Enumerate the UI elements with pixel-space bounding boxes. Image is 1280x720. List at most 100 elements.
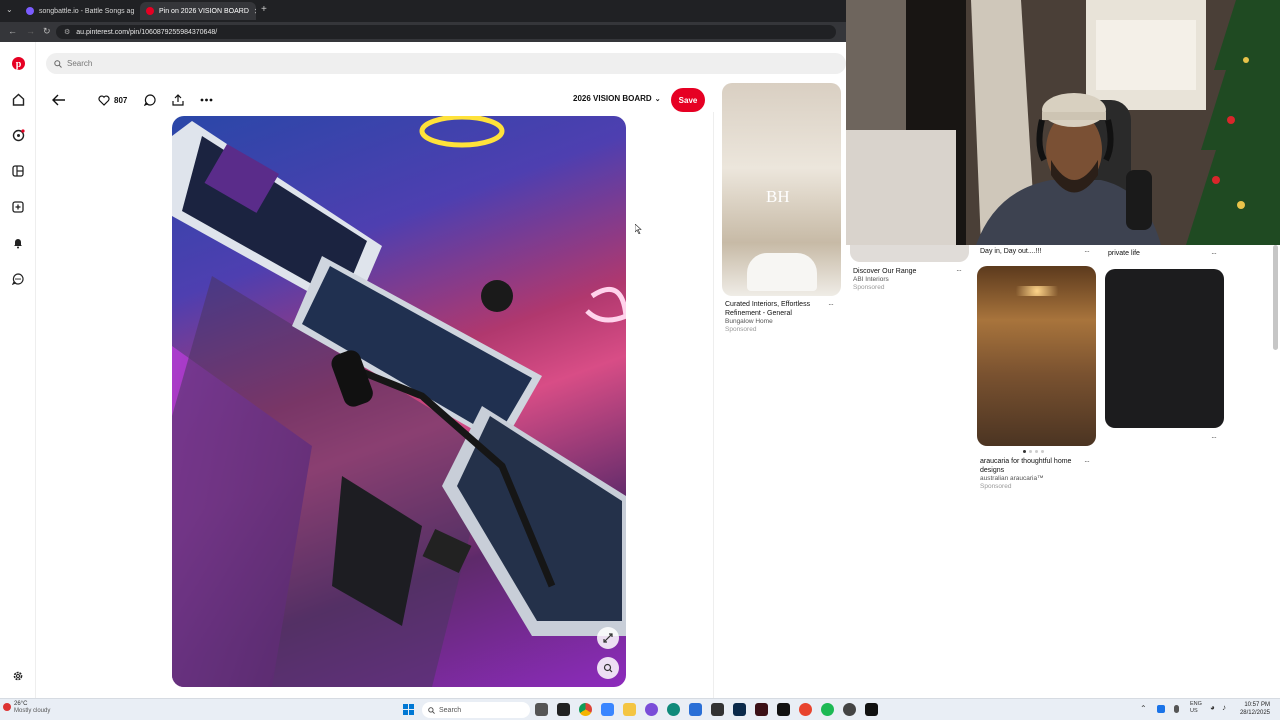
clock[interactable]: 10:57 PM 28/12/2025 [1240, 701, 1270, 717]
photoshop-icon[interactable] [733, 703, 746, 716]
back-arrow-icon [52, 94, 65, 106]
feed-pin-bungalow-home[interactable]: BH [722, 83, 841, 296]
weather-cloud-icon [3, 703, 11, 711]
tab-label: songbattle.io - Battle Songs ag [39, 7, 135, 15]
photos-icon[interactable] [601, 703, 614, 716]
carousel-dot[interactable] [1029, 450, 1032, 453]
more-dots-icon[interactable]: ··· [1211, 249, 1217, 258]
file-explorer-icon[interactable] [535, 703, 548, 716]
weather-widget[interactable]: 26°C Mostly cloudy [14, 701, 50, 715]
taskbar-search[interactable]: Search [422, 702, 530, 718]
forward-arrow-icon[interactable]: → [26, 26, 35, 36]
explore-compass-icon[interactable] [10, 127, 26, 143]
windows-taskbar: 26°C Mostly cloudy Search ⌃ ENG US ◕ ♪ 1… [0, 698, 1280, 720]
webcam-overlay [846, 0, 1280, 245]
more-dots-icon[interactable]: ··· [956, 266, 962, 275]
heart-icon [98, 94, 110, 106]
sponsored-label: Sponsored [853, 284, 885, 291]
pinterest-favicon-icon [146, 7, 154, 15]
svg-text:p: p [15, 59, 21, 70]
terminal-icon[interactable] [777, 703, 790, 716]
app-red-circle-icon[interactable] [799, 703, 812, 716]
comment-button[interactable] [144, 92, 156, 108]
tray-chevron-icon[interactable]: ⌃ [1140, 704, 1147, 713]
pin-image[interactable] [172, 116, 626, 687]
mic-icon[interactable] [1174, 705, 1179, 713]
expand-button[interactable] [597, 627, 619, 649]
pinterest-nav-rail: p [0, 42, 36, 698]
app-v-icon[interactable] [557, 703, 570, 716]
clock-time: 10:57 PM [1244, 702, 1270, 708]
reload-icon[interactable]: ↻ [43, 26, 51, 37]
feed-title-line: Curated Interiors, Effortless [725, 301, 811, 308]
spotify-icon[interactable] [821, 703, 834, 716]
site-info-icon[interactable]: ⚙ [64, 28, 70, 36]
more-dots-icon[interactable]: ··· [828, 300, 834, 309]
page-scrollbar[interactable] [1273, 245, 1278, 350]
tab-pinterest[interactable]: Pin on 2026 VISION BOARD ✕ [140, 2, 256, 20]
board-selector[interactable]: 2026 VISION BOARD ⌄ [573, 94, 661, 103]
tab-songbattle[interactable]: songbattle.io - Battle Songs ag ✕ [20, 2, 138, 20]
back-arrow-icon[interactable]: ← [8, 26, 17, 36]
feed-pin-dark[interactable] [1105, 269, 1224, 428]
feed-title: private life [1108, 250, 1140, 257]
edge-icon[interactable] [667, 703, 680, 716]
search-icon [428, 706, 435, 714]
lens-search-icon [603, 663, 613, 673]
pinterest-logo-icon[interactable]: p [10, 55, 26, 71]
feed-title: Discover Our Range [853, 268, 917, 275]
carousel-dot[interactable] [1023, 450, 1026, 453]
app-dark-icon[interactable] [711, 703, 724, 716]
copilot-icon[interactable] [645, 703, 658, 716]
boards-icon[interactable] [10, 163, 26, 179]
more-dots-icon[interactable]: ··· [1084, 457, 1090, 466]
volume-icon[interactable]: ♪ [1222, 703, 1226, 712]
more-options-button[interactable] [200, 92, 213, 108]
tray-app-icon[interactable] [1157, 705, 1165, 713]
sponsored-label: Sponsored [980, 483, 1012, 490]
search-placeholder: Search [67, 59, 93, 68]
more-dots-icon[interactable]: ··· [1211, 433, 1217, 442]
carousel-dot[interactable] [1041, 450, 1044, 453]
feed-pin-araucaria[interactable] [977, 266, 1096, 446]
feed-title: araucaria for thoughtful home designs [980, 457, 1071, 475]
save-button[interactable]: Save [671, 88, 705, 112]
content-divider [713, 112, 714, 698]
more-dots-icon[interactable]: ··· [1084, 247, 1090, 256]
wifi-icon[interactable]: ◕ [1210, 703, 1215, 712]
url-field[interactable]: ⚙ au.pinterest.com/pin/10608792559843706… [56, 25, 836, 39]
tab-list-chevron-icon[interactable]: ⌄ [6, 5, 13, 14]
search-input[interactable]: Search [46, 53, 846, 74]
back-button[interactable] [52, 92, 66, 108]
tiktok-icon[interactable] [865, 703, 878, 716]
settings-gear-icon[interactable] [10, 668, 26, 684]
folder-icon[interactable] [623, 703, 636, 716]
app-red-icon[interactable] [755, 703, 768, 716]
feed-title: Day in, Day out....!!! [980, 248, 1042, 255]
sponsored-label: Sponsored [725, 326, 757, 333]
carousel-dot[interactable] [1035, 450, 1038, 453]
stools-shape [747, 253, 817, 291]
lang-region: US [1190, 708, 1198, 714]
share-button[interactable] [172, 92, 184, 108]
create-plus-icon[interactable] [10, 199, 26, 215]
feed-source: Bungalow Home [725, 318, 773, 325]
close-tab-icon[interactable]: ✕ [254, 7, 256, 16]
store-icon[interactable] [689, 703, 702, 716]
mouse-cursor-icon [635, 224, 642, 234]
app-game-icon[interactable] [843, 703, 856, 716]
like-button[interactable]: 807 [98, 92, 127, 108]
songbattle-favicon-icon [26, 7, 34, 15]
notifications-bell-icon[interactable] [10, 235, 26, 251]
messages-icon[interactable] [10, 271, 26, 287]
chevron-down-icon: ⌄ [654, 95, 661, 103]
home-icon[interactable] [10, 91, 26, 107]
windows-start-icon[interactable] [403, 704, 414, 715]
feed-source: australian araucaria™ [980, 475, 1044, 482]
chrome-icon[interactable] [579, 703, 592, 716]
like-count: 807 [114, 95, 128, 105]
carousel-dots[interactable] [1023, 450, 1044, 453]
new-tab-plus-icon[interactable]: + [261, 4, 267, 15]
visual-search-button[interactable] [597, 657, 619, 679]
language-indicator[interactable]: ENG US [1190, 701, 1202, 715]
